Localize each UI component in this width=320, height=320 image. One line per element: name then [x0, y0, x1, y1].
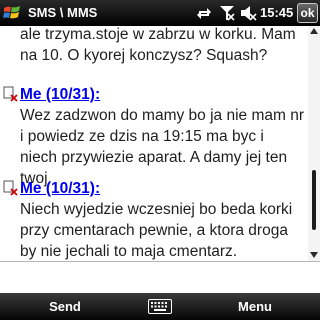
send-button[interactable]: Send	[0, 293, 130, 320]
sender-link[interactable]: Me (10/31):	[20, 178, 100, 199]
keyboard-icon[interactable]	[148, 299, 172, 314]
scroll-up-arrow-icon[interactable]	[310, 28, 318, 34]
signal-off-icon[interactable]	[218, 4, 236, 22]
message-header: Me (10/31):	[0, 84, 304, 105]
sender-link[interactable]: Me (10/31):	[20, 84, 100, 105]
message-text-continued: ale trzyma.stoje w zabrzu w korku. Mam n…	[20, 26, 296, 64]
compose-message-input[interactable]	[0, 262, 320, 293]
app-title: SMS \ MMS	[28, 5, 98, 20]
sync-arrows-icon[interactable]	[196, 5, 212, 21]
ok-button[interactable]: ok	[297, 3, 318, 23]
title-bar: SMS \ MMS 15:45 ok	[0, 0, 320, 26]
message-header: Me (10/31):	[0, 178, 304, 199]
softkey-bar: Send Menu	[0, 293, 320, 320]
message-thread[interactable]: ale trzyma.stoje w zabrzu w korku. Mam n…	[0, 26, 308, 261]
message-error-icon	[3, 180, 18, 196]
scroll-thumb[interactable]	[312, 170, 316, 230]
message-text: Niech wyjedzie wczesniej bo beda korki p…	[20, 201, 293, 260]
message-error-icon	[3, 86, 18, 102]
speaker-muted-icon[interactable]	[239, 4, 257, 22]
clock[interactable]: 15:45	[260, 5, 293, 20]
menu-button[interactable]: Menu	[190, 293, 320, 320]
scrollbar[interactable]	[308, 26, 320, 261]
windows-start-icon[interactable]	[2, 3, 22, 23]
scroll-down-arrow-icon[interactable]	[310, 252, 318, 258]
message-text: Wez zadzwon do mamy bo ja nie mam nr i p…	[20, 107, 304, 187]
sms-mms-screen: SMS \ MMS 15:45 ok ale trzyma.stoje w za…	[0, 0, 320, 320]
